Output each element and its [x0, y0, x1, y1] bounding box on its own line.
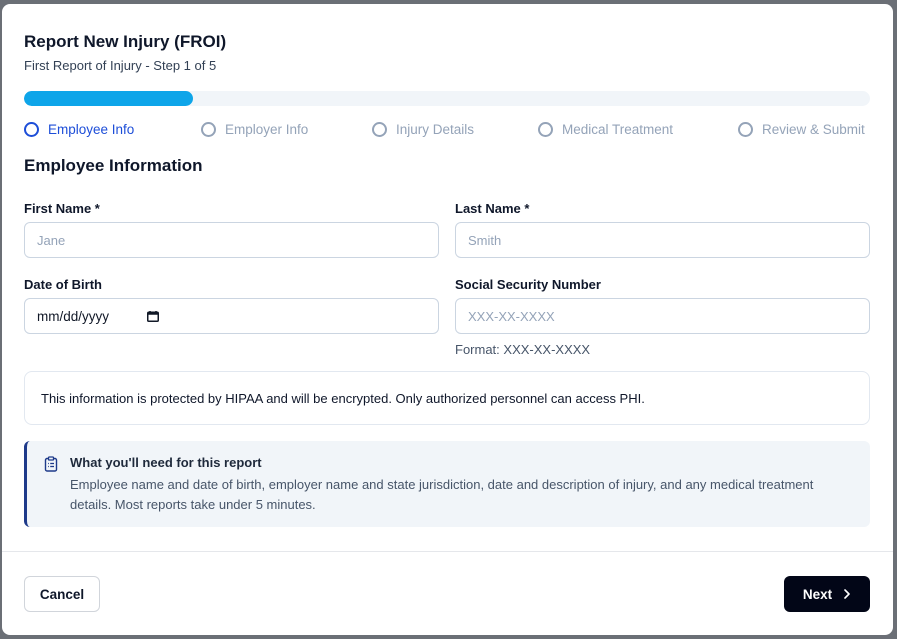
dob-placeholder: mm/dd/yyyy: [37, 308, 110, 324]
next-button[interactable]: Next: [784, 576, 870, 612]
ssn-label: Social Security Number: [455, 277, 601, 292]
ssn-group: Social Security Number Format: XXX-XX-XX…: [455, 277, 870, 357]
hipaa-notice: This information is protected by HIPAA a…: [24, 371, 870, 425]
progress-bar: [24, 91, 870, 106]
last-name-label: Last Name *: [455, 201, 530, 216]
step-indicator-icon: [372, 122, 387, 137]
step-indicator-icon: [538, 122, 553, 137]
first-name-group: First Name *: [24, 201, 439, 258]
hipaa-notice-text: This information is protected by HIPAA a…: [41, 390, 645, 406]
dob-label: Date of Birth: [24, 277, 102, 292]
step-employer-info[interactable]: Employer Info: [201, 122, 308, 137]
froi-report-card: Report New Injury (FROI) First Report of…: [2, 4, 893, 635]
info-box-text: Employee name and date of birth, employe…: [70, 477, 814, 512]
step-label: Review & Submit: [762, 122, 865, 137]
last-name-group: Last Name *: [455, 201, 870, 258]
step-label: Medical Treatment: [562, 122, 674, 137]
footer-divider: [2, 551, 893, 552]
dob-group: Date of Birth mm/dd/yyyy: [24, 277, 439, 334]
first-name-input[interactable]: [24, 222, 439, 258]
first-name-label: First Name *: [24, 201, 100, 216]
step-employee-info[interactable]: Employee Info: [24, 122, 134, 137]
card-header: Report New Injury (FROI) First Report of…: [24, 32, 871, 74]
step-injury-details[interactable]: Injury Details: [372, 122, 474, 137]
last-name-input[interactable]: [455, 222, 870, 258]
stepper: Employee Info Employer Info Injury Detai…: [24, 122, 870, 144]
step-label: Employer Info: [225, 122, 309, 137]
step-indicator-icon: [201, 122, 216, 137]
step-label: Injury Details: [396, 122, 475, 137]
dob-input[interactable]: mm/dd/yyyy: [24, 298, 439, 334]
step-indicator-icon: [24, 122, 39, 137]
section-title: Employee Information: [24, 156, 203, 175]
step-label: Employee Info: [48, 122, 135, 137]
page-title: Report New Injury (FROI): [24, 32, 227, 51]
page-subtitle: First Report of Injury - Step 1 of 5: [24, 58, 217, 73]
cancel-button[interactable]: Cancel: [24, 576, 100, 612]
ssn-helper-text: Format: XXX-XX-XXXX: [455, 342, 591, 357]
info-box-title: What you'll need for this report: [70, 455, 262, 470]
requirements-info-box: What you'll need for this report Employe…: [24, 441, 870, 527]
chevron-right-icon: [844, 589, 850, 599]
calendar-icon[interactable]: [147, 310, 160, 322]
step-indicator-icon: [738, 122, 753, 137]
progress-bar-fill: [24, 91, 194, 106]
next-button-label: Next: [802, 586, 833, 602]
step-medical-treatment[interactable]: Medical Treatment: [538, 122, 673, 137]
info-box-content: What you'll need for this report Employe…: [70, 455, 852, 527]
step-review-submit[interactable]: Review & Submit: [738, 122, 865, 137]
clipboard-icon: [44, 456, 58, 472]
ssn-input[interactable]: [455, 298, 870, 334]
